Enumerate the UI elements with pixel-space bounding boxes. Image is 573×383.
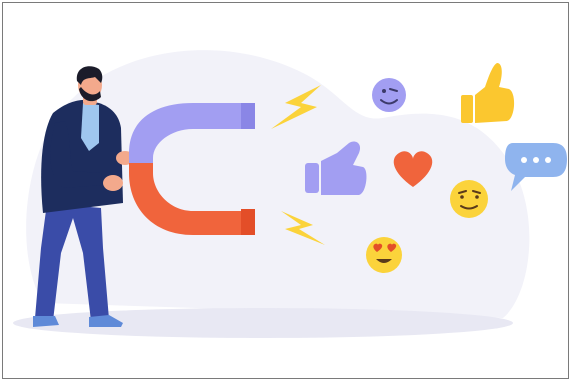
magnet-marketing-illustration (13, 50, 567, 338)
chat-bubble-icon (505, 143, 567, 191)
smiley-face-icon (372, 78, 406, 112)
heart-eyes-face-icon (366, 237, 402, 273)
illustration-frame (2, 2, 569, 379)
man-hand-lower (103, 175, 123, 191)
thumbs-up-icon (461, 63, 515, 123)
wink-face-icon (450, 180, 488, 218)
floor-shadow (13, 308, 513, 338)
